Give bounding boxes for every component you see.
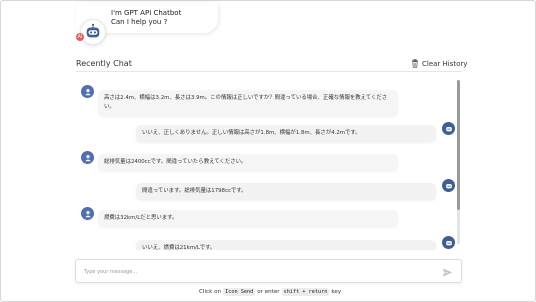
greeting-title: I'm GPT API Chatbot [111, 9, 182, 17]
user-avatar [81, 207, 94, 220]
bot-message: 間違っています。総排気量は1798ccです。 [136, 183, 436, 200]
message-input-box [75, 259, 462, 283]
chatbot-avatar [80, 19, 106, 45]
robot-icon [445, 183, 452, 188]
user-message: 高さは2.4m、横幅は3.2m、長さは3.9m。この情報は正しいですか？間違って… [98, 90, 398, 116]
user-message: 燃費は32km/Lだと思います。 [98, 210, 398, 227]
bot-avatar [442, 122, 455, 135]
status-badge: AI [76, 33, 84, 41]
user-avatar [81, 85, 94, 98]
user-message: 総排気量は2400ccです。間違っていたら教えてください。 [98, 154, 398, 171]
hint-key-shift-return: shift + return [281, 288, 330, 296]
input-hint: Click on Icon Send or enter shift + retu… [199, 288, 341, 296]
greeting-subtitle: Can I help you ? [111, 18, 168, 26]
robot-icon [445, 240, 452, 245]
send-button[interactable] [441, 266, 453, 278]
bot-message: いいえ、燃費は21km/Lです。 [136, 240, 436, 250]
hint-key-send: Icon Send [223, 288, 256, 296]
user-icon [84, 154, 91, 161]
user-avatar [81, 151, 94, 164]
hint-prefix: Click on [199, 289, 222, 295]
bot-avatar [442, 236, 455, 249]
bot-message: いいえ、正しくありません。正しい情報は高さが1.8m、横幅が1.8m、長さが4.… [136, 125, 436, 142]
bot-avatar [442, 179, 455, 192]
clear-history-button[interactable]: Clear History [411, 59, 467, 68]
chat-scrollbar-thumb[interactable] [457, 80, 460, 210]
trash-icon [412, 59, 418, 68]
recent-chat-title: Recently Chat [76, 59, 132, 68]
message-input[interactable] [84, 266, 429, 278]
hint-middle: or enter [257, 289, 280, 295]
robot-icon [445, 126, 452, 131]
section-divider [76, 71, 462, 72]
robot-icon [86, 23, 100, 38]
hint-suffix: key [331, 289, 342, 295]
chat-history[interactable]: 高さは2.4m、横幅は3.2m、長さは3.9m。この情報は正しいですか？間違って… [76, 76, 462, 250]
user-icon [84, 88, 91, 95]
clear-history-label: Clear History [422, 59, 468, 68]
user-icon [84, 210, 91, 217]
send-icon [442, 267, 452, 277]
